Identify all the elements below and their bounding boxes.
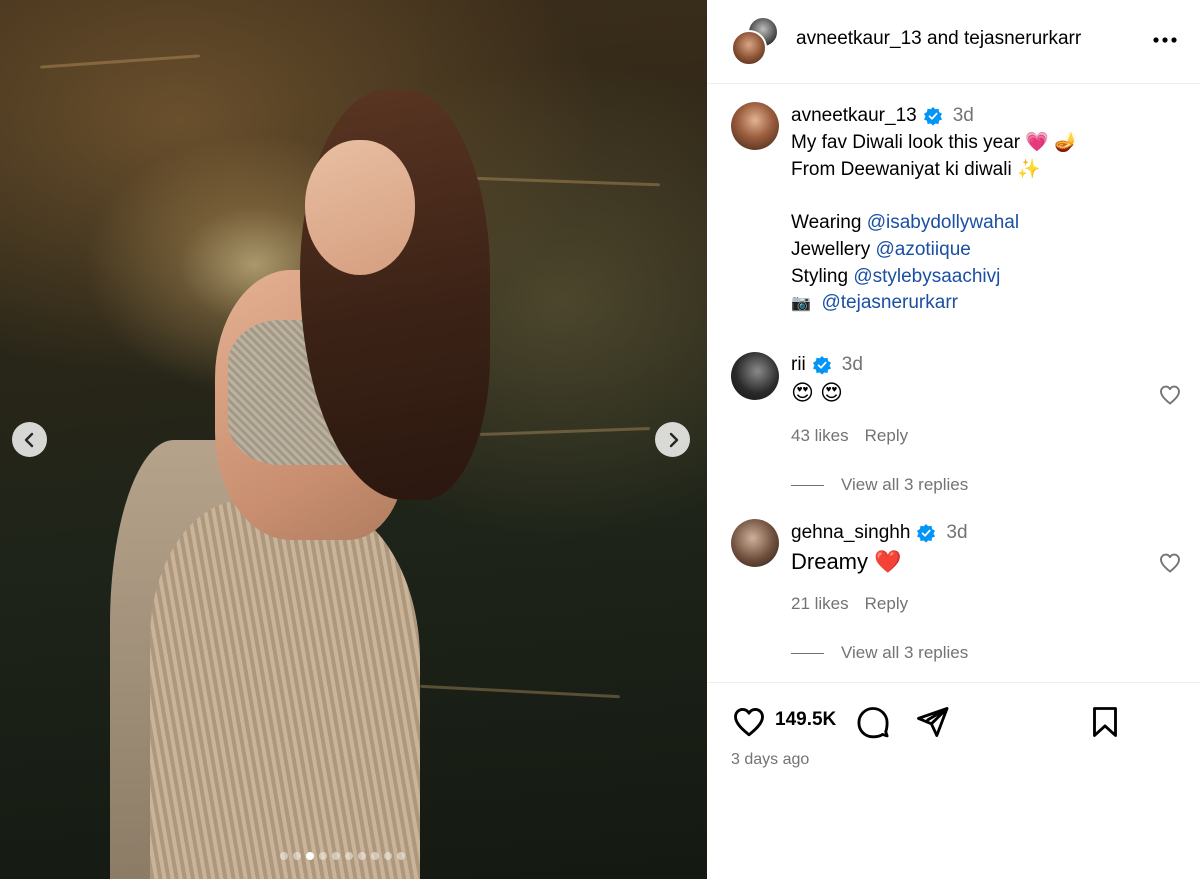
verified-badge-icon [916,523,936,543]
carousel-dot [332,852,340,860]
divider [791,652,824,654]
mention-link[interactable]: @tejasnerurkarr [821,292,958,313]
next-slide-button[interactable] [655,422,690,457]
credit-label: Styling [791,265,849,287]
caption-time: 3d [952,105,974,126]
share-button[interactable] [914,704,950,740]
view-replies-button[interactable]: View all 3 replies [791,475,968,495]
carousel-dot [345,852,353,860]
collab-avatars[interactable] [731,16,781,66]
verified-badge-icon [923,106,943,126]
comment-text: Dreamy [791,549,869,574]
carousel-dot [319,852,327,860]
coauthor-username[interactable]: tejasnerurkarr [964,28,1081,49]
comment-time: 3d [946,522,968,543]
carousel-dot [397,852,405,860]
caption-header: avneetkaur_13 3d [791,105,974,127]
background-texture [470,176,660,187]
camera-emoji-icon: 📷 [791,295,811,313]
avatar[interactable] [731,352,779,400]
bookmark-icon [1093,707,1117,737]
comment-header: rii 3d [791,354,863,376]
carousel-dot [384,852,392,860]
caption-emoji: ✨ [1016,158,1041,180]
comment-emoji: ❤️ [874,549,902,574]
author-username[interactable]: avneetkaur_13 [796,28,922,49]
carousel-dot [371,852,379,860]
carousel-dot [358,852,366,860]
caption-line: From Deewaniyat ki diwali [791,158,1012,180]
view-replies-label: View all 3 replies [841,643,969,662]
credit-label: Wearing [791,212,862,234]
face-shape [305,140,415,275]
background-texture [40,54,200,69]
comment-likes[interactable]: 43 likes [791,426,849,446]
comment-meta: 21 likes Reply [791,594,908,614]
heart-outline-icon [734,707,764,737]
carousel-dot [293,852,301,860]
caption-username[interactable]: avneetkaur_13 [791,105,917,127]
comment-button[interactable] [855,704,891,740]
like-comment-button[interactable] [1158,383,1182,407]
send-paper-plane-icon [917,707,949,737]
mention-link[interactable]: @isabydollywahal [867,212,1019,233]
comment-username[interactable]: gehna_singhh [791,522,910,544]
verified-badge-icon [812,355,832,375]
author-joiner: and [927,28,959,49]
comment-username[interactable]: rii [791,354,806,376]
comment-likes[interactable]: 21 likes [791,594,849,614]
background-texture [479,427,651,436]
post-image[interactable] [0,0,707,879]
carousel-indicator [280,852,405,860]
comment-header: gehna_singhh 3d [791,522,968,544]
post-timestamp[interactable]: 3 days ago [731,751,809,769]
mention-link[interactable]: @azotiique [875,239,970,260]
post-side-panel: avneetkaur_13 and tejasnerurkarr avneetk… [707,0,1200,879]
avatar[interactable] [731,519,779,567]
carousel-dot [306,852,314,860]
heart-outline-icon [1160,553,1180,573]
save-button[interactable] [1087,704,1123,740]
chevron-left-icon [24,432,33,447]
caption-body: My fav Diwali look this year 💗 🪔 From De… [791,130,1078,318]
post-author-title: avneetkaur_13 and tejasnerurkarr [796,28,1081,50]
mention-link[interactable]: @stylebysaachivj [853,266,1000,287]
comment-time: 3d [841,354,863,375]
divider [791,484,824,486]
comment-text-row: Dreamy ❤️ [791,549,902,575]
caption-emoji: 💗 🪔 [1025,132,1078,153]
post-header: avneetkaur_13 and tejasnerurkarr [707,0,1200,84]
divider [707,682,1200,683]
previous-slide-button[interactable] [12,422,47,457]
comment-bubble-icon [857,707,889,739]
caption-line: My fav Diwali look this year [791,132,1021,153]
reply-button[interactable]: Reply [865,426,908,446]
background-texture [420,684,620,699]
reply-button[interactable]: Reply [865,594,908,614]
avatar[interactable] [731,102,779,150]
like-comment-button[interactable] [1158,551,1182,575]
like-button[interactable] [731,704,767,740]
comment-text: 😍 😍 [791,380,843,405]
view-replies-button[interactable]: View all 3 replies [791,643,968,663]
credit-label: Jewellery [791,238,871,260]
chevron-right-icon [669,432,678,447]
comment-meta: 43 likes Reply [791,426,908,446]
more-horizontal-icon [1153,37,1177,43]
avatar [731,30,767,66]
more-options-button[interactable] [1151,28,1179,52]
lehenga-shape [150,500,420,879]
likes-count[interactable]: 149.5K [775,709,836,731]
carousel-dot [280,852,288,860]
heart-outline-icon [1160,385,1180,405]
view-replies-label: View all 3 replies [841,475,969,494]
